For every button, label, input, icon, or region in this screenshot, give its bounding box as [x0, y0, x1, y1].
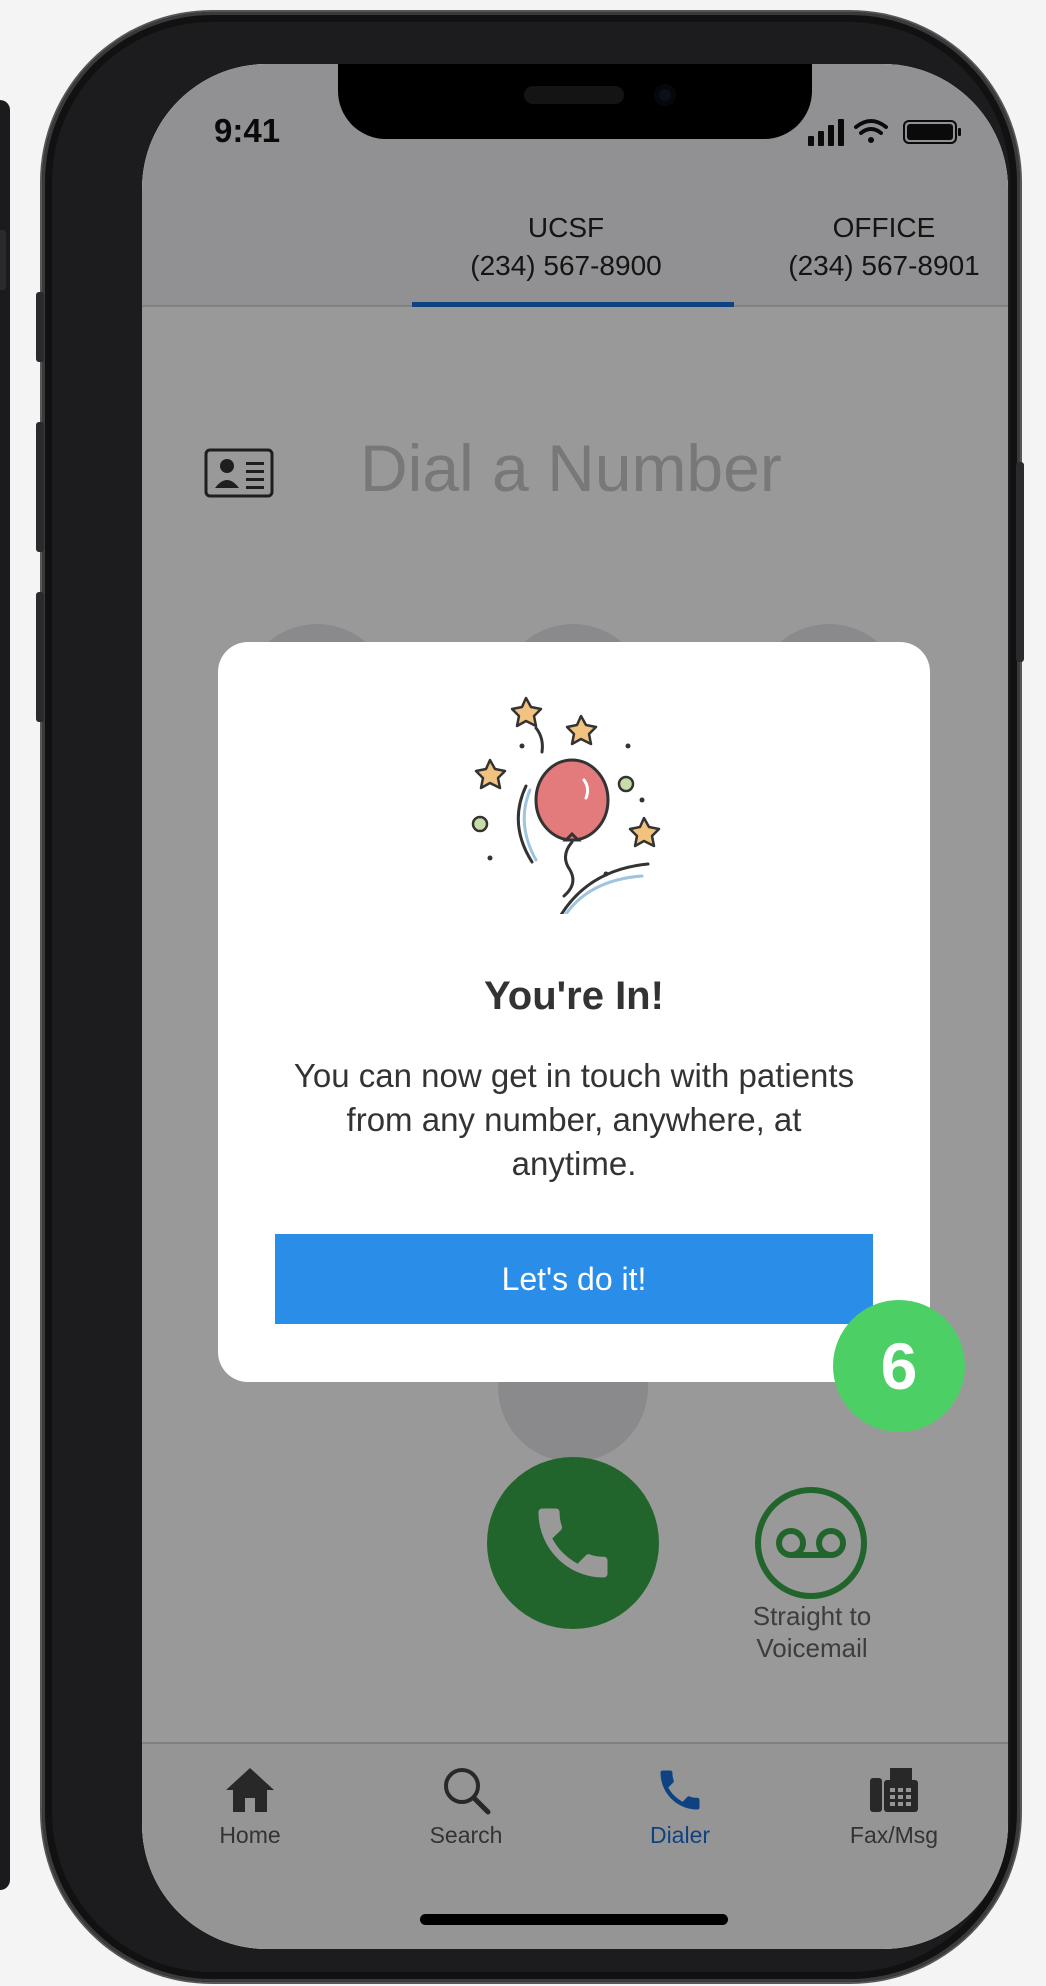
lets-do-it-button[interactable]: Let's do it!	[275, 1234, 873, 1324]
modal-title: You're In!	[484, 974, 664, 1018]
celebration-balloon-icon	[471, 696, 661, 914]
mute-switch	[36, 292, 44, 362]
modal-body-text: You can now get in touch with patients f…	[293, 1057, 855, 1182]
step-number-badge: 6	[833, 1300, 965, 1432]
adjacent-device-edge	[0, 100, 10, 1890]
adjacent-device-button	[0, 230, 6, 290]
volume-down-button	[36, 592, 44, 722]
volume-up-button	[36, 422, 44, 552]
home-indicator[interactable]	[420, 1914, 728, 1925]
power-button	[1016, 462, 1024, 662]
welcome-modal: You're In! You can now get in touch with…	[218, 642, 930, 1382]
phone-screen: 9:41 UCSF (234) 567-8900 OFFICE (234) 56…	[142, 64, 1008, 1949]
phone-frame: 9:41 UCSF (234) 567-8900 OFFICE (234) 56…	[36, 12, 1024, 1982]
